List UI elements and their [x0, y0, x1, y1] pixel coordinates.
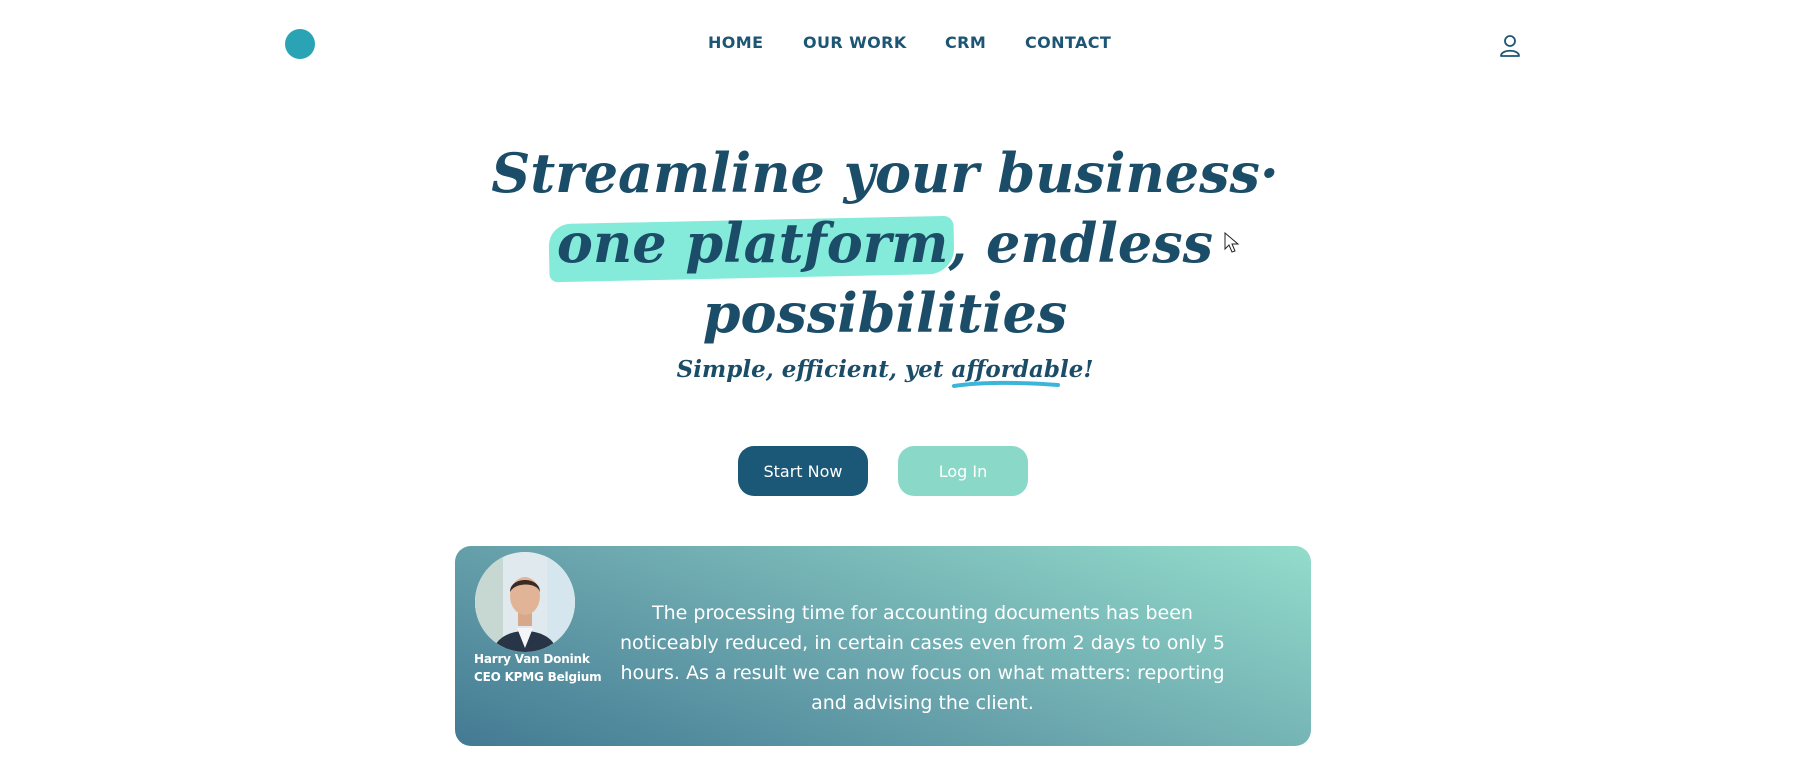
- main-nav: HOME OUR WORK CRM CONTACT: [0, 33, 1801, 59]
- brush-underline-icon: [951, 380, 1060, 388]
- testimonial-quote: The processing time for accounting docum…: [619, 602, 1226, 714]
- hero-title-highlight: one platform: [548, 208, 955, 283]
- testimonial-name: Harry Van Donink: [474, 652, 590, 666]
- testimonial-card: Harry Van Donink CEO KPMG Belgium The pr…: [455, 546, 1311, 746]
- hero-subtitle: Simple, efficient, yet affordable!: [600, 356, 1170, 388]
- nav-crm[interactable]: CRM: [945, 33, 986, 52]
- nav-home[interactable]: HOME: [708, 33, 763, 52]
- avatar: [475, 552, 575, 652]
- testimonial-role: CEO KPMG Belgium: [474, 670, 602, 684]
- hero-title-line1: Streamline your business·: [491, 141, 1279, 205]
- subtitle-emphasis: affordable!: [951, 356, 1093, 388]
- log-in-button[interactable]: Log In: [898, 446, 1028, 496]
- hero-title-after-highlight: , endless: [948, 211, 1214, 275]
- subtitle-prefix: Simple, efficient, yet: [676, 356, 952, 383]
- hero-title: Streamline your business· one platform ,…: [450, 138, 1320, 348]
- user-icon[interactable]: [1499, 34, 1521, 58]
- hero-title-line3: possibilities: [702, 281, 1068, 345]
- site-header: HOME OUR WORK CRM CONTACT: [0, 0, 1801, 92]
- mouse-cursor-icon: [1224, 231, 1240, 254]
- start-now-button[interactable]: Start Now: [738, 446, 868, 496]
- nav-contact[interactable]: CONTACT: [1025, 33, 1111, 52]
- landing-page: HOME OUR WORK CRM CONTACT Streamline you…: [0, 0, 1801, 776]
- nav-our-work[interactable]: OUR WORK: [803, 33, 907, 52]
